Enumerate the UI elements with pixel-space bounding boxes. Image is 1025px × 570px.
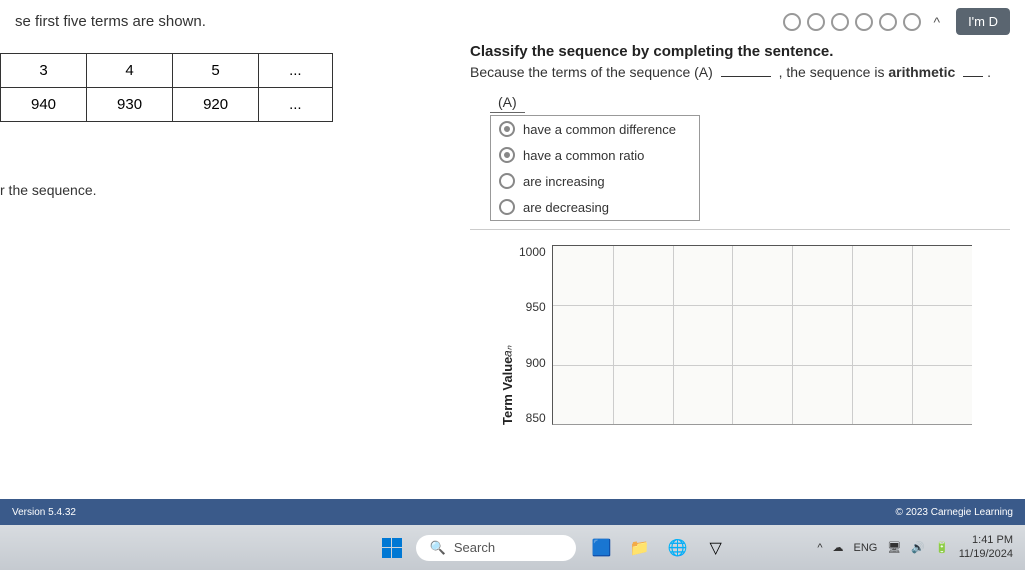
y-axis-sublabel: aₙ <box>501 345 515 356</box>
tray-cloud-icon[interactable]: ☁ <box>833 541 844 554</box>
chart-area: Term Value aₙ 1000 950 900 850 <box>470 245 1010 425</box>
option-label: have a common difference <box>523 122 676 137</box>
y-tick: 950 <box>519 300 546 314</box>
radio-icon <box>499 173 515 189</box>
progress-circle <box>783 13 801 31</box>
table-cell: 940 <box>1 88 87 122</box>
version-text: Version 5.4.32 <box>12 507 76 518</box>
dropdown-a-label[interactable]: (A) <box>490 92 525 113</box>
table-cell: ... <box>259 54 333 88</box>
search-placeholder: Search <box>454 540 495 555</box>
radio-icon <box>499 121 515 137</box>
chart-grid <box>552 245 972 425</box>
windows-start-icon[interactable] <box>382 538 402 558</box>
tray-network-icon[interactable]: 🖥 <box>887 541 901 554</box>
caret-up-icon[interactable]: ^ <box>933 14 940 30</box>
tray-caret-icon[interactable]: ^ <box>817 542 822 554</box>
tray-language[interactable]: ENG <box>854 542 878 554</box>
y-tick: 1000 <box>519 245 546 259</box>
option-label: are decreasing <box>523 200 609 215</box>
taskbar-app-icon[interactable]: 🟦 <box>590 536 614 560</box>
windows-taskbar: 🔍 Search 🟦 📁 🌐 ▽ ^ ☁ ENG 🖥 🔊 🔋 1:41 PM 1… <box>0 525 1025 570</box>
progress-circle <box>855 13 873 31</box>
option-label: are increasing <box>523 174 605 189</box>
y-axis-label: Term Value aₙ <box>500 245 515 425</box>
table-cell: 5 <box>173 54 259 88</box>
table-cell: 3 <box>1 54 87 88</box>
taskbar-shield-icon[interactable]: ▽ <box>704 536 728 560</box>
option-increasing[interactable]: are increasing <box>491 168 699 194</box>
option-common-difference[interactable]: have a common difference <box>491 116 699 142</box>
search-icon: 🔍 <box>430 540 446 556</box>
blank-field[interactable] <box>721 76 771 77</box>
y-axis-ticks: 1000 950 900 850 <box>519 245 552 425</box>
option-label: have a common ratio <box>523 148 644 163</box>
sequence-table: 3 4 5 ... 940 930 920 ... <box>0 53 333 122</box>
tray-time: 1:41 PM <box>959 534 1013 547</box>
y-tick: 900 <box>519 356 546 370</box>
taskbar-folder-icon[interactable]: 📁 <box>628 536 652 560</box>
progress-circle <box>903 13 921 31</box>
option-decreasing[interactable]: are decreasing <box>491 194 699 220</box>
table-row: 3 4 5 ... <box>1 54 333 88</box>
classify-heading: Classify the sequence by completing the … <box>470 43 1010 60</box>
table-cell: 920 <box>173 88 259 122</box>
done-button[interactable]: I'm D <box>956 8 1010 35</box>
tray-volume-icon[interactable]: 🔊 <box>911 541 925 554</box>
y-tick: 850 <box>519 411 546 425</box>
classify-sentence: Because the terms of the sequence (A) , … <box>470 64 1010 80</box>
table-cell: 930 <box>87 88 173 122</box>
option-common-ratio[interactable]: have a common ratio <box>491 142 699 168</box>
tray-battery-icon[interactable]: 🔋 <box>935 541 949 554</box>
dropdown-options: have a common difference have a common r… <box>490 115 700 221</box>
taskbar-edge-icon[interactable]: 🌐 <box>666 536 690 560</box>
table-cell: 4 <box>87 54 173 88</box>
tray-clock[interactable]: 1:41 PM 11/19/2024 <box>959 534 1013 560</box>
table-cell: ... <box>259 88 333 122</box>
progress-circle <box>807 13 825 31</box>
sequence-label: r the sequence. <box>0 182 450 198</box>
progress-circle <box>879 13 897 31</box>
app-footer: Version 5.4.32 © 2023 Carnegie Learning <box>0 499 1025 525</box>
radio-icon <box>499 147 515 163</box>
radio-icon <box>499 199 515 215</box>
copyright-text: © 2023 Carnegie Learning <box>896 507 1013 518</box>
table-row: 940 930 920 ... <box>1 88 333 122</box>
blank-field[interactable] <box>963 76 983 77</box>
taskbar-search[interactable]: 🔍 Search <box>416 535 576 561</box>
instruction-text: se first five terms are shown. <box>15 13 206 30</box>
progress-circle <box>831 13 849 31</box>
tray-date: 11/19/2024 <box>959 548 1013 561</box>
progress-circles <box>783 13 921 31</box>
